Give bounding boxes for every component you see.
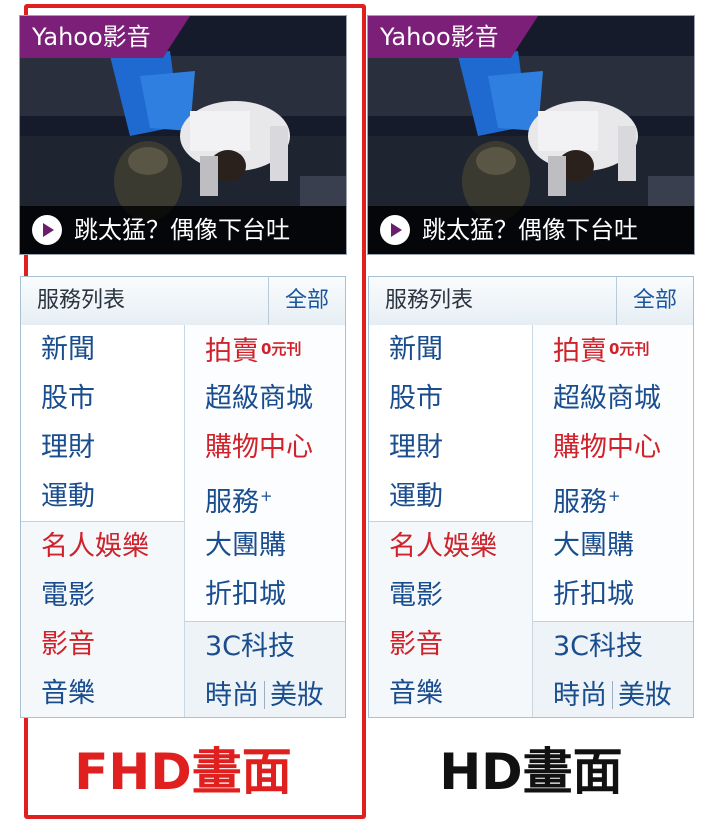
service-link-news[interactable]: 新聞 (369, 325, 532, 374)
auction-label: 拍賣 (553, 336, 607, 367)
services-right-column: 拍賣 0元刊 超級商城 購物中心 服務+ 大團購 折扣城 3C科技 時尚 美妝 (532, 325, 693, 717)
service-link-discount[interactable]: 折扣城 (533, 570, 693, 619)
services-right-column: 拍賣 0元刊 超級商城 購物中心 服務+ 大團購 折扣城 3C科技 時尚 美妝 (184, 325, 345, 717)
service-link-3c-tech[interactable]: 3C科技 (185, 622, 345, 671)
services-header: 服務列表 全部 (21, 277, 345, 326)
service-link-music[interactable]: 音樂 (21, 669, 184, 717)
service-link-service-plus[interactable]: 服務+ (185, 472, 345, 521)
plus-superscript: + (260, 487, 273, 505)
service-label: 服務 (205, 487, 259, 518)
services-list: 服務列表 全部 新聞 股市 理財 運動 名人娛樂 電影 影音 音樂 拍賣 0元刊 … (20, 276, 346, 718)
service-link-movies[interactable]: 電影 (369, 571, 532, 620)
video-caption[interactable]: 跳太猛？偶像下台吐 (422, 214, 638, 246)
services-header: 服務列表 全部 (369, 277, 693, 326)
service-link-finance[interactable]: 理財 (369, 423, 532, 472)
panel-caption-hd: HD畫面 (439, 743, 623, 801)
yahoo-video-badge: Yahoo影音 (368, 16, 538, 58)
video-caption-bar: 跳太猛？偶像下台吐 (368, 206, 694, 254)
service-link-group-buy[interactable]: 大團購 (185, 521, 345, 570)
service-link-video[interactable]: 影音 (369, 620, 532, 669)
service-link-auction[interactable]: 拍賣 0元刊 (533, 325, 693, 374)
auction-label: 拍賣 (205, 336, 259, 367)
service-link-fashion-beauty: 時尚 美妝 (533, 671, 693, 717)
service-link-movies[interactable]: 電影 (21, 571, 184, 620)
inline-divider (612, 681, 613, 709)
service-link-finance[interactable]: 理財 (21, 423, 184, 472)
view-all-link[interactable]: 全部 (268, 277, 345, 325)
yahoo-video-badge: Yahoo影音 (20, 16, 190, 58)
services-left-column: 新聞 股市 理財 運動 名人娛樂 電影 影音 音樂 (21, 325, 184, 717)
service-link-service-plus[interactable]: 服務+ (533, 472, 693, 521)
zero-fee-tag: 0元刊 (261, 340, 302, 358)
service-link-stocks[interactable]: 股市 (369, 374, 532, 423)
service-link-shopping[interactable]: 購物中心 (185, 423, 345, 472)
services-title: 服務列表 (37, 288, 126, 313)
inline-divider (264, 681, 265, 709)
service-link-shopping[interactable]: 購物中心 (533, 423, 693, 472)
service-link-supermall[interactable]: 超級商城 (533, 374, 693, 423)
services-left-column: 新聞 股市 理財 運動 名人娛樂 電影 影音 音樂 (369, 325, 532, 717)
service-link-discount[interactable]: 折扣城 (185, 570, 345, 619)
service-link-celebrity[interactable]: 名人娛樂 (21, 522, 184, 571)
hd-panel: Yahoo影音 跳太猛？偶像下台吐 服務列表 全部 新聞 股市 理財 運動 名人… (366, 0, 696, 825)
view-all-link[interactable]: 全部 (616, 277, 693, 325)
services-list: 服務列表 全部 新聞 股市 理財 運動 名人娛樂 電影 影音 音樂 拍賣 0元刊 … (368, 276, 694, 718)
service-link-music[interactable]: 音樂 (369, 669, 532, 717)
service-link-sports[interactable]: 運動 (21, 472, 184, 521)
service-label: 服務 (553, 487, 607, 518)
video-caption-bar: 跳太猛？偶像下台吐 (20, 206, 346, 254)
plus-superscript: + (608, 487, 621, 505)
service-link-fashion[interactable]: 時尚 (553, 680, 607, 711)
service-link-video[interactable]: 影音 (21, 620, 184, 669)
service-link-3c-tech[interactable]: 3C科技 (533, 622, 693, 671)
service-link-supermall[interactable]: 超級商城 (185, 374, 345, 423)
service-link-news[interactable]: 新聞 (21, 325, 184, 374)
service-link-auction[interactable]: 拍賣 0元刊 (185, 325, 345, 374)
service-link-beauty[interactable]: 美妝 (618, 680, 672, 711)
service-link-group-buy[interactable]: 大團購 (533, 521, 693, 570)
panel-caption-fhd: FHD畫面 (74, 743, 292, 801)
service-link-fashion[interactable]: 時尚 (205, 680, 259, 711)
service-link-stocks[interactable]: 股市 (21, 374, 184, 423)
video-thumbnail[interactable]: Yahoo影音 跳太猛？偶像下台吐 (368, 16, 694, 254)
zero-fee-tag: 0元刊 (609, 340, 650, 358)
service-link-beauty[interactable]: 美妝 (270, 680, 324, 711)
play-icon[interactable] (32, 215, 62, 245)
video-thumbnail[interactable]: Yahoo影音 跳太猛？偶像下台吐 (20, 16, 346, 254)
play-icon[interactable] (380, 215, 410, 245)
video-caption[interactable]: 跳太猛？偶像下台吐 (74, 214, 290, 246)
fhd-panel: Yahoo影音 跳太猛？偶像下台吐 服務列表 全部 新聞 股市 理財 運動 名人… (18, 0, 366, 825)
service-link-celebrity[interactable]: 名人娛樂 (369, 522, 532, 571)
services-title: 服務列表 (385, 288, 474, 313)
service-link-fashion-beauty: 時尚 美妝 (185, 671, 345, 717)
service-link-sports[interactable]: 運動 (369, 472, 532, 521)
